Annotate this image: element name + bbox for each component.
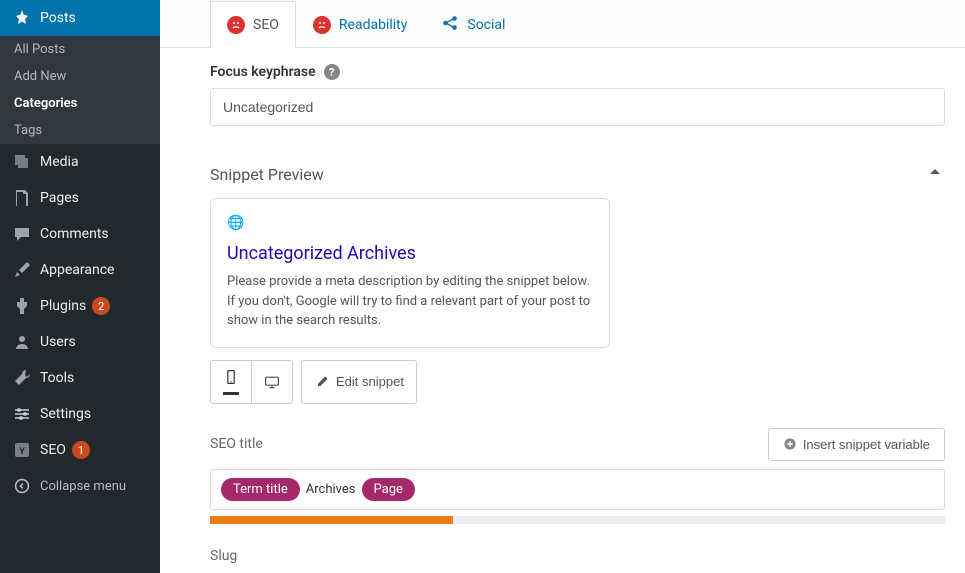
collapse-icon	[12, 476, 32, 496]
help-icon[interactable]: ?	[324, 64, 340, 80]
sad-face-icon	[227, 16, 245, 34]
sidebar-item-users[interactable]: Users	[0, 324, 160, 360]
focus-keyphrase-input[interactable]	[210, 88, 945, 126]
sidebar-sub-tags[interactable]: Tags	[0, 117, 160, 144]
focus-keyphrase-label: Focus keyphrase	[210, 64, 316, 80]
sidebar-item-posts[interactable]: Posts	[0, 0, 160, 36]
svg-text:Y: Y	[19, 447, 25, 457]
tab-label: Readability	[339, 17, 407, 33]
slug-label: Slug	[210, 548, 945, 564]
seo-title-label: SEO title	[210, 436, 263, 452]
edit-snippet-button[interactable]: Edit snippet	[301, 360, 417, 404]
sidebar-item-plugins[interactable]: Plugins 2	[0, 288, 160, 324]
snippet-preview-toggle[interactable]: Snippet Preview	[210, 150, 945, 198]
sidebar-item-label: Media	[40, 154, 79, 170]
sidebar-item-comments[interactable]: Comments	[0, 216, 160, 252]
variable-pill-term-title[interactable]: Term title	[221, 478, 300, 501]
collapse-label: Collapse menu	[40, 479, 126, 494]
sidebar-item-label: Plugins	[40, 298, 86, 314]
sidebar-item-label: Settings	[40, 406, 91, 422]
sidebar-item-label: Appearance	[40, 262, 114, 278]
plugin-icon	[12, 296, 32, 316]
pin-icon	[12, 8, 32, 28]
plugins-badge: 2	[92, 297, 110, 315]
insert-snippet-variable-button[interactable]: Insert snippet variable	[768, 428, 945, 461]
seo-title-field[interactable]: Term title Archives Page	[210, 469, 945, 510]
mobile-preview-button[interactable]	[210, 360, 251, 404]
chevron-up-icon	[925, 162, 945, 186]
sad-face-icon	[313, 16, 331, 34]
snippet-preview-card: 🌐 Uncategorized Archives Please provide …	[210, 198, 610, 348]
pages-icon	[12, 188, 32, 208]
sidebar-item-label: SEO	[40, 442, 66, 458]
sidebar-item-label: Pages	[40, 190, 79, 206]
seo-title-segment: Archives	[306, 482, 356, 497]
tab-seo[interactable]: SEO	[210, 1, 296, 48]
comments-icon	[12, 224, 32, 244]
collapse-menu[interactable]: Collapse menu	[0, 468, 160, 504]
sidebar-sub-add-new[interactable]: Add New	[0, 63, 160, 90]
seo-icon: Y	[12, 440, 32, 460]
plus-circle-icon	[783, 437, 797, 451]
sidebar-item-label: Posts	[40, 10, 76, 26]
sidebar-item-label: Tools	[40, 370, 74, 386]
settings-icon	[12, 404, 32, 424]
variable-pill-page[interactable]: Page	[362, 478, 415, 501]
sidebar-item-media[interactable]: Media	[0, 144, 160, 180]
sidebar-item-pages[interactable]: Pages	[0, 180, 160, 216]
tab-social[interactable]: Social	[424, 1, 522, 48]
desktop-preview-button[interactable]	[251, 360, 293, 404]
share-icon	[441, 14, 459, 36]
sidebar-item-label: Comments	[40, 226, 109, 242]
users-icon	[12, 332, 32, 352]
globe-icon: 🌐	[227, 215, 593, 231]
tab-label: SEO	[253, 17, 279, 33]
sidebar-item-appearance[interactable]: Appearance	[0, 252, 160, 288]
metabox-tabs: SEO Readability Social	[160, 0, 965, 48]
media-icon	[12, 152, 32, 172]
snippet-preview-header: Snippet Preview	[210, 165, 324, 184]
seo-title-progress-fill	[210, 516, 453, 524]
snippet-title: Uncategorized Archives	[227, 243, 593, 264]
brush-icon	[12, 260, 32, 280]
tools-icon	[12, 368, 32, 388]
snippet-description: Please provide a meta description by edi…	[227, 272, 593, 331]
sidebar-sub-categories[interactable]: Categories	[0, 90, 160, 117]
sidebar-sub-all-posts[interactable]: All Posts	[0, 36, 160, 63]
sidebar-item-tools[interactable]: Tools	[0, 360, 160, 396]
seo-title-progress	[210, 516, 945, 524]
tab-label: Social	[467, 17, 505, 33]
insert-button-label: Insert snippet variable	[803, 437, 930, 452]
edit-snippet-label: Edit snippet	[336, 374, 404, 389]
sidebar-item-settings[interactable]: Settings	[0, 396, 160, 432]
sidebar-item-seo[interactable]: Y SEO 1	[0, 432, 160, 468]
tab-readability[interactable]: Readability	[296, 1, 424, 48]
seo-badge: 1	[72, 441, 90, 459]
sidebar-item-label: Users	[40, 334, 76, 350]
